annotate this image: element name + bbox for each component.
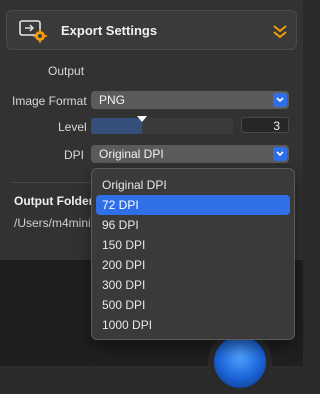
collapse-chevron-icon[interactable] (272, 21, 288, 41)
level-label: Level (58, 120, 87, 134)
select-chevron-icon[interactable] (273, 147, 287, 161)
dpi-option[interactable]: 300 DPI (96, 275, 290, 295)
dpi-option[interactable]: Original DPI (96, 175, 290, 195)
dpi-label: DPI (64, 148, 85, 162)
level-value-field[interactable]: 3 (241, 117, 289, 133)
dpi-option[interactable]: 200 DPI (96, 255, 290, 275)
image-format-select[interactable]: PNG (91, 91, 289, 109)
level-value: 3 (273, 119, 280, 133)
image-format-value: PNG (99, 93, 126, 107)
level-slider-fill (91, 118, 142, 134)
output-section-label: Output (48, 64, 85, 78)
output-folder-path: /Users/m4mini (14, 216, 91, 230)
panel-header[interactable]: Export Settings (6, 10, 297, 50)
dpi-option[interactable]: 150 DPI (96, 235, 290, 255)
dpi-option[interactable]: 96 DPI (96, 215, 290, 235)
dpi-value: Original DPI (99, 147, 164, 161)
dpi-dropdown-menu: Original DPI 72 DPI 96 DPI 150 DPI 200 D… (91, 168, 295, 340)
panel-title: Export Settings (61, 23, 158, 38)
dpi-option[interactable]: 500 DPI (96, 295, 290, 315)
image-format-label: Image Format (12, 94, 87, 108)
select-chevron-icon[interactable] (273, 93, 287, 107)
output-folder-title: Output Folder (14, 194, 94, 208)
export-screen-gear-icon (19, 20, 47, 43)
level-slider-handle[interactable] (137, 116, 147, 122)
dpi-option-selected[interactable]: 72 DPI (96, 195, 290, 215)
level-slider[interactable] (91, 116, 233, 134)
dpi-select[interactable]: Original DPI (91, 145, 289, 163)
dpi-option[interactable]: 1000 DPI (96, 315, 290, 335)
